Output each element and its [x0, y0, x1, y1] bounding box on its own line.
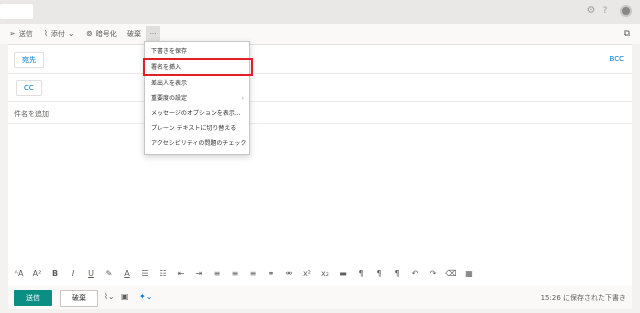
bold-icon[interactable]: B — [46, 269, 64, 278]
attach-command[interactable]: ⌇ 添付 ⌄ — [44, 24, 75, 44]
redo-icon[interactable]: ↷ — [424, 269, 442, 278]
more-options-button[interactable]: ··· — [146, 26, 160, 42]
align-center-icon[interactable]: ≡ — [226, 269, 244, 278]
discard-command-label: 破棄 — [127, 30, 141, 38]
menu-item-message-options[interactable]: メッセージのオプションを表示... — [145, 106, 249, 121]
subject-input[interactable]: 件名を追加 — [14, 109, 49, 119]
ltr-icon[interactable]: ¶ — [352, 269, 370, 278]
divider — [8, 101, 632, 102]
font-color-icon[interactable]: A — [118, 269, 136, 278]
link-icon[interactable]: ⚭ — [262, 269, 280, 278]
send-command-label: 送信 — [18, 30, 33, 38]
bcc-link[interactable]: BCC — [610, 55, 624, 63]
table-icon[interactable]: ▦ — [460, 269, 478, 278]
send-button[interactable]: 送信 — [14, 290, 52, 306]
rtl-icon[interactable]: ¶ — [370, 269, 388, 278]
italic-icon[interactable]: I — [64, 269, 82, 278]
lock-icon: ⊚ — [86, 29, 93, 38]
clear-format-icon[interactable]: ⌫ — [442, 269, 460, 278]
send-icon: ➢ — [9, 29, 16, 38]
outdent-icon[interactable]: ⇤ — [172, 269, 190, 278]
paragraph-icon[interactable]: ¶ — [388, 269, 406, 278]
gear-icon[interactable]: ⚙ — [586, 6, 596, 16]
highlight-box — [143, 58, 253, 76]
search-input[interactable] — [0, 4, 33, 19]
encrypt-command[interactable]: ⊚ 暗号化 — [86, 24, 117, 44]
menu-item-save-draft[interactable]: 下書きを保存 — [145, 44, 249, 59]
subscript-icon[interactable]: x₂ — [316, 269, 334, 278]
highlight-icon[interactable]: ✎ — [100, 269, 118, 278]
chevron-right-icon: › — [241, 95, 244, 102]
menu-item-accessibility-check[interactable]: アクセシビリティの問題のチェック — [145, 136, 249, 151]
format-toolbar: ᴬA A² B I U ✎ A ☰ ☷ ⇤ ⇥ ≡ ≡ ≡ ⚭ ⚮ x² x₂ … — [10, 264, 480, 282]
unlink-icon[interactable]: ⚮ — [280, 269, 298, 278]
image-icon[interactable]: ▣ — [121, 292, 129, 301]
attach-icon[interactable]: ⌇⌄ — [104, 292, 115, 301]
align-right-icon[interactable]: ≡ — [244, 269, 262, 278]
encrypt-command-label: 暗号化 — [95, 30, 117, 38]
send-command[interactable]: ➢ 送信 — [9, 24, 33, 44]
font-size-icon[interactable]: ᴬA — [10, 269, 28, 278]
app-header — [0, 0, 640, 24]
divider — [8, 123, 632, 124]
menu-item-show-from[interactable]: 差出人を表示 — [145, 76, 249, 91]
discard-command[interactable]: 破棄 — [127, 24, 141, 44]
avatar[interactable] — [620, 5, 632, 17]
superscript-icon[interactable]: x² — [298, 269, 316, 278]
underline-icon[interactable]: U — [82, 269, 100, 278]
chevron-down-icon: ⌄ — [67, 29, 75, 38]
align-left-icon[interactable]: ≡ — [208, 269, 226, 278]
attach-command-label: 添付 — [50, 30, 65, 38]
paperclip-icon: ⌇ — [44, 29, 48, 38]
menu-item-plain-text[interactable]: プレーン テキストに切り替える — [145, 121, 249, 136]
draft-saved-status: 15:26 に保存された下書き — [540, 294, 626, 302]
more-icon: ··· — [149, 30, 157, 38]
undo-icon[interactable]: ↶ — [406, 269, 424, 278]
divider — [8, 73, 632, 74]
popout-icon[interactable]: ⧉ — [624, 24, 630, 44]
command-bar: ➢ 送信 ⌇ 添付 ⌄ ⊚ 暗号化 破棄 ··· ⧉ — [0, 24, 640, 44]
compose-footer: 送信 破棄 ⌇⌄ ▣ ✦⌄ 15:26 に保存された下書き — [8, 286, 632, 309]
compose-pane: 宛先 BCC CC 件名を追加 — [8, 44, 632, 287]
superscript-a-icon[interactable]: A² — [28, 269, 46, 278]
bullets-icon[interactable]: ☰ — [136, 269, 154, 278]
emoji-icon[interactable]: ✦⌄ — [139, 292, 152, 301]
numbering-icon[interactable]: ☷ — [154, 269, 172, 278]
strikethrough-icon[interactable]: ▬ — [334, 269, 352, 278]
help-icon[interactable]: ? — [600, 6, 610, 16]
discard-button[interactable]: 破棄 — [60, 290, 98, 307]
menu-item-importance[interactable]: 重要度の設定 › — [145, 91, 249, 106]
indent-icon[interactable]: ⇥ — [190, 269, 208, 278]
to-button[interactable]: 宛先 — [14, 52, 44, 68]
menu-item-label: 重要度の設定 — [151, 95, 188, 102]
cc-button[interactable]: CC — [16, 80, 42, 96]
